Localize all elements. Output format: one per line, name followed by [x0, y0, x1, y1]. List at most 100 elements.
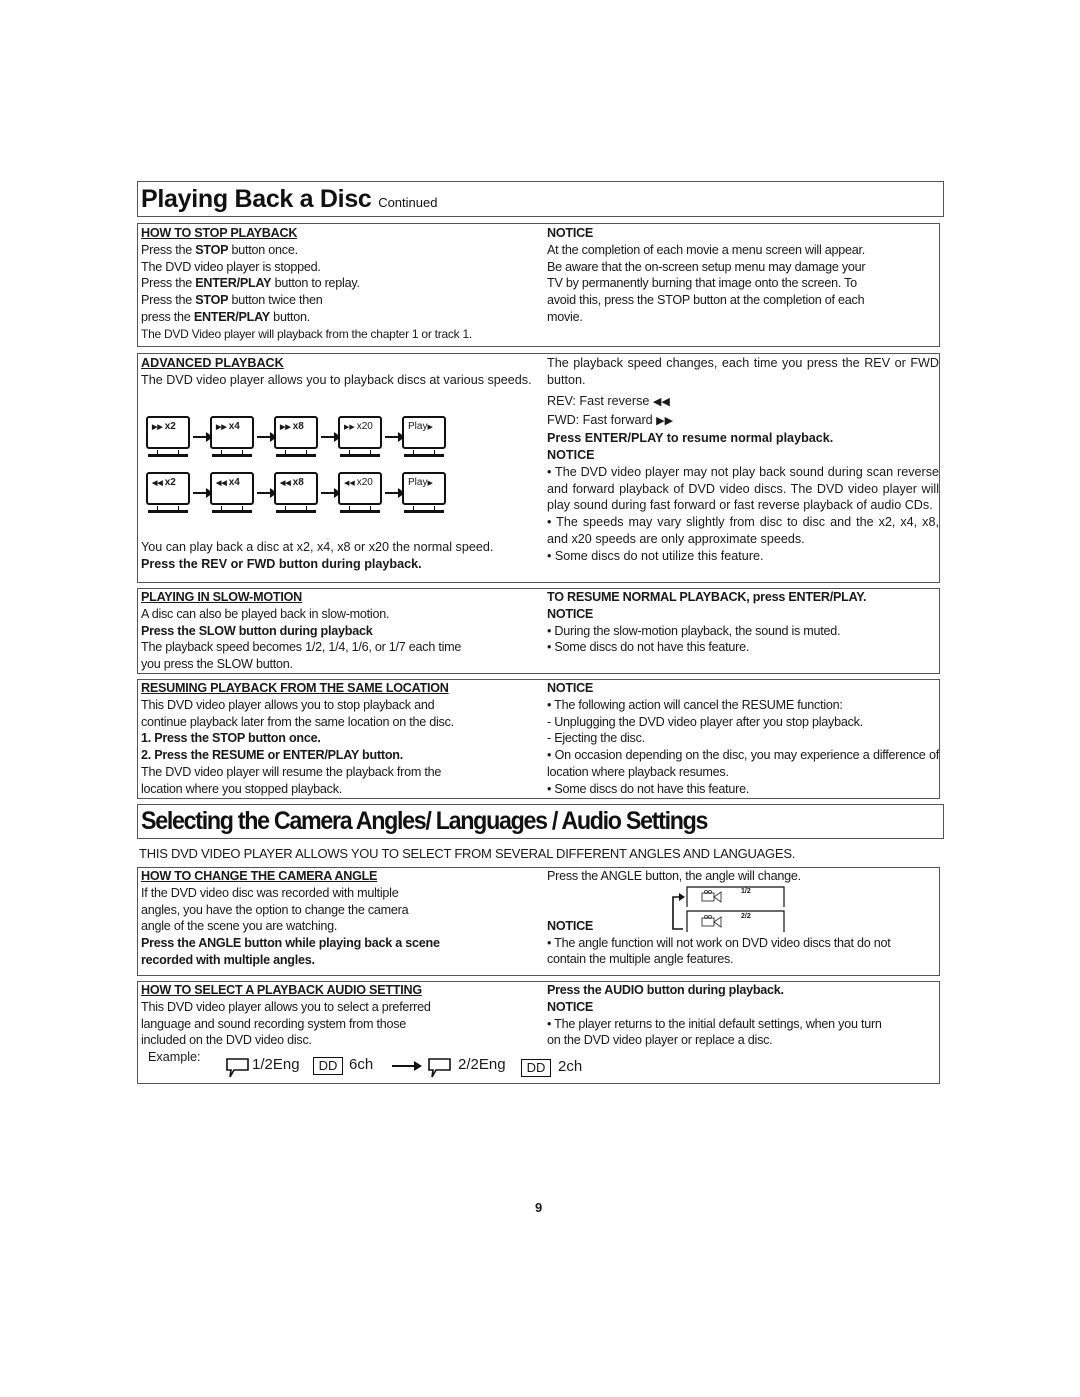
audio-instruction: Press the AUDIO button during playback. — [547, 983, 784, 997]
fast-forward-icon: ▶▶ — [152, 424, 165, 431]
tv-stand — [404, 506, 444, 513]
resume-line: This DVD video player allows you to stop… — [141, 697, 435, 712]
angle-line: angles, you have the option to change th… — [141, 902, 409, 917]
forward-tv-screen: ▶▶ x20 — [338, 416, 382, 460]
button-name: ENTER/PLAY — [195, 276, 272, 291]
tv-display: ▶▶ x2 — [146, 416, 190, 449]
reverse-tv-screen: ◀◀ x8 — [274, 472, 318, 516]
advanced-notice-2: • The speeds may vary slightly from disc… — [547, 515, 939, 546]
tv-display: ◀◀ x4 — [210, 472, 254, 505]
example-from-language: 1/2Eng — [252, 1056, 300, 1073]
speed-label: x2 — [164, 477, 176, 488]
tv-stand — [276, 506, 316, 513]
rev-line: REV: Fast reverse ◀◀ — [547, 393, 939, 411]
arrow-right-icon — [321, 432, 341, 442]
speed-label: x4 — [228, 477, 240, 488]
slow-line: The playback speed becomes 1/2, 1/4, 1/6… — [141, 640, 462, 655]
fast-reverse-icon: ◀◀ — [652, 395, 670, 408]
dolby-digital-icon: DD — [521, 1059, 551, 1077]
tv-display: Play▶ — [402, 416, 446, 449]
audio-left-col: HOW TO SELECT A PLAYBACK AUDIO SETTING T… — [141, 982, 431, 1049]
fast-reverse-icon: ◀◀ — [152, 480, 165, 487]
page-title-suffix: Continued — [378, 195, 438, 210]
section-title-box: Playing Back a Disc Continued — [137, 181, 944, 217]
angle-instruction: recorded with multiple angles. — [141, 952, 315, 967]
stop-playback-section: HOW TO STOP PLAYBACK Press the STOP butt… — [137, 223, 940, 347]
angle-line: If the DVD video disc was recorded with … — [141, 885, 399, 900]
page-title-2: Selecting the Camera Angles/ Languages /… — [141, 807, 708, 835]
forward-tv-screen: Play▶ — [402, 416, 446, 460]
advanced-notice-1: • The DVD video player may not play back… — [547, 464, 939, 513]
page-title: Playing Back a Disc Continued — [141, 185, 437, 214]
tv-display: ▶▶ x8 — [274, 416, 318, 449]
tv-stand — [340, 506, 380, 513]
resume-step-2: 2. Press the RESUME or ENTER/PLAY button… — [141, 748, 403, 763]
advanced-playback-section: ADVANCED PLAYBACK The DVD video player a… — [137, 353, 940, 583]
resume-line: location where you stopped playback. — [141, 781, 343, 796]
stop-line: The DVD Video player will playback from … — [141, 326, 473, 341]
speed-label: x8 — [292, 477, 304, 488]
stop-notice-line: TV by permanently burning that image ont… — [547, 276, 857, 291]
resume-step-1: 1. Press the STOP button once. — [141, 731, 321, 746]
forward-tv-screen: ▶▶ x8 — [274, 416, 318, 460]
example-to-channels: 2ch — [558, 1058, 583, 1075]
example-from-channels: 6ch — [349, 1056, 374, 1073]
resume-notice: • On occasion depending on the disc, you… — [547, 748, 939, 779]
slow-heading: PLAYING IN SLOW-MOTION — [141, 590, 302, 604]
example-label: Example: — [148, 1050, 201, 1064]
advanced-heading: ADVANCED PLAYBACK — [141, 356, 284, 370]
stop-notice-heading: NOTICE — [547, 226, 594, 240]
advanced-speeds-text: You can play back a disc at x2, x4, x8 o… — [141, 540, 494, 554]
tv-display: ▶▶ x4 — [210, 416, 254, 449]
button-name: STOP — [195, 242, 229, 257]
camera-icon — [701, 914, 723, 933]
camera-icon — [701, 889, 723, 908]
audio-line: included on the DVD video disc. — [141, 1033, 312, 1048]
resume-line: continue playback later from the same lo… — [141, 714, 454, 729]
speed-label: Play — [408, 421, 428, 432]
advanced-notice-3: • Some discs do not utilize this feature… — [547, 548, 764, 563]
tv-display: ◀◀ x20 — [338, 472, 382, 505]
arrow-right-icon — [193, 432, 213, 442]
reverse-tv-screen: ◀◀ x20 — [338, 472, 382, 516]
angle-left-col: HOW TO CHANGE THE CAMERA ANGLE If the DV… — [141, 868, 440, 969]
section-title-box-2: Selecting the Camera Angles/ Languages /… — [137, 804, 944, 839]
angle-heading: HOW TO CHANGE THE CAMERA ANGLE — [141, 869, 378, 883]
resume-left-col: RESUMING PLAYBACK FROM THE SAME LOCATION… — [141, 680, 454, 798]
angle-screen-label: 1/2 — [741, 888, 751, 895]
camera-angle-section: HOW TO CHANGE THE CAMERA ANGLE If the DV… — [137, 867, 940, 976]
angle-diagram: 1/2 2/2 — [669, 885, 789, 935]
stop-line: Press the ENTER/PLAY button to replay. — [141, 276, 360, 291]
example-arrow-icon — [392, 1061, 422, 1071]
stop-line: Press the STOP button twice then — [141, 293, 323, 308]
stop-notice-line: At the completion of each movie a menu s… — [547, 242, 866, 257]
angle-line: angle of the scene you are watching. — [141, 919, 338, 934]
tv-display: Play▶ — [402, 472, 446, 505]
fast-forward-icon: ▶▶ — [344, 424, 357, 431]
resume-section: RESUMING PLAYBACK FROM THE SAME LOCATION… — [137, 679, 940, 799]
slow-notice-heading: NOTICE — [547, 606, 594, 621]
stop-notice-line: avoid this, press the STOP button at the… — [547, 293, 865, 308]
audio-notice-heading: NOTICE — [547, 999, 594, 1014]
tv-display: ◀◀ x8 — [274, 472, 318, 505]
arrow-right-icon — [257, 488, 277, 498]
fast-forward-icon: ▶▶ — [656, 415, 674, 428]
advanced-instruction: Press the REV or FWD button during playb… — [141, 556, 422, 571]
arrow-right-icon — [385, 432, 405, 442]
fast-forward-icon: ▶▶ — [216, 424, 229, 431]
resume-notice: - Unplugging the DVD video player after … — [547, 714, 863, 729]
slow-line: A disc can also be played back in slow-m… — [141, 606, 390, 621]
advanced-intro: The DVD video player allows you to playb… — [141, 372, 532, 387]
audio-right-col: Press the AUDIO button during playback. … — [547, 982, 882, 1049]
fast-reverse-icon: ◀◀ — [280, 480, 293, 487]
advanced-resume: Press ENTER/PLAY to resume normal playba… — [547, 431, 834, 446]
angle-right-intro: Press the ANGLE button, the angle will c… — [547, 869, 801, 883]
tv-display: ◀◀ x2 — [146, 472, 190, 505]
audio-setting-section: HOW TO SELECT A PLAYBACK AUDIO SETTING T… — [137, 981, 940, 1084]
page-number: 9 — [535, 1200, 543, 1215]
tv-stand — [212, 506, 252, 513]
resume-heading: RESUMING PLAYBACK FROM THE SAME LOCATION — [141, 681, 449, 695]
forward-tv-screen: ▶▶ x4 — [210, 416, 254, 460]
dolby-digital-icon: DD — [313, 1057, 343, 1075]
speed-label: x4 — [228, 421, 240, 432]
